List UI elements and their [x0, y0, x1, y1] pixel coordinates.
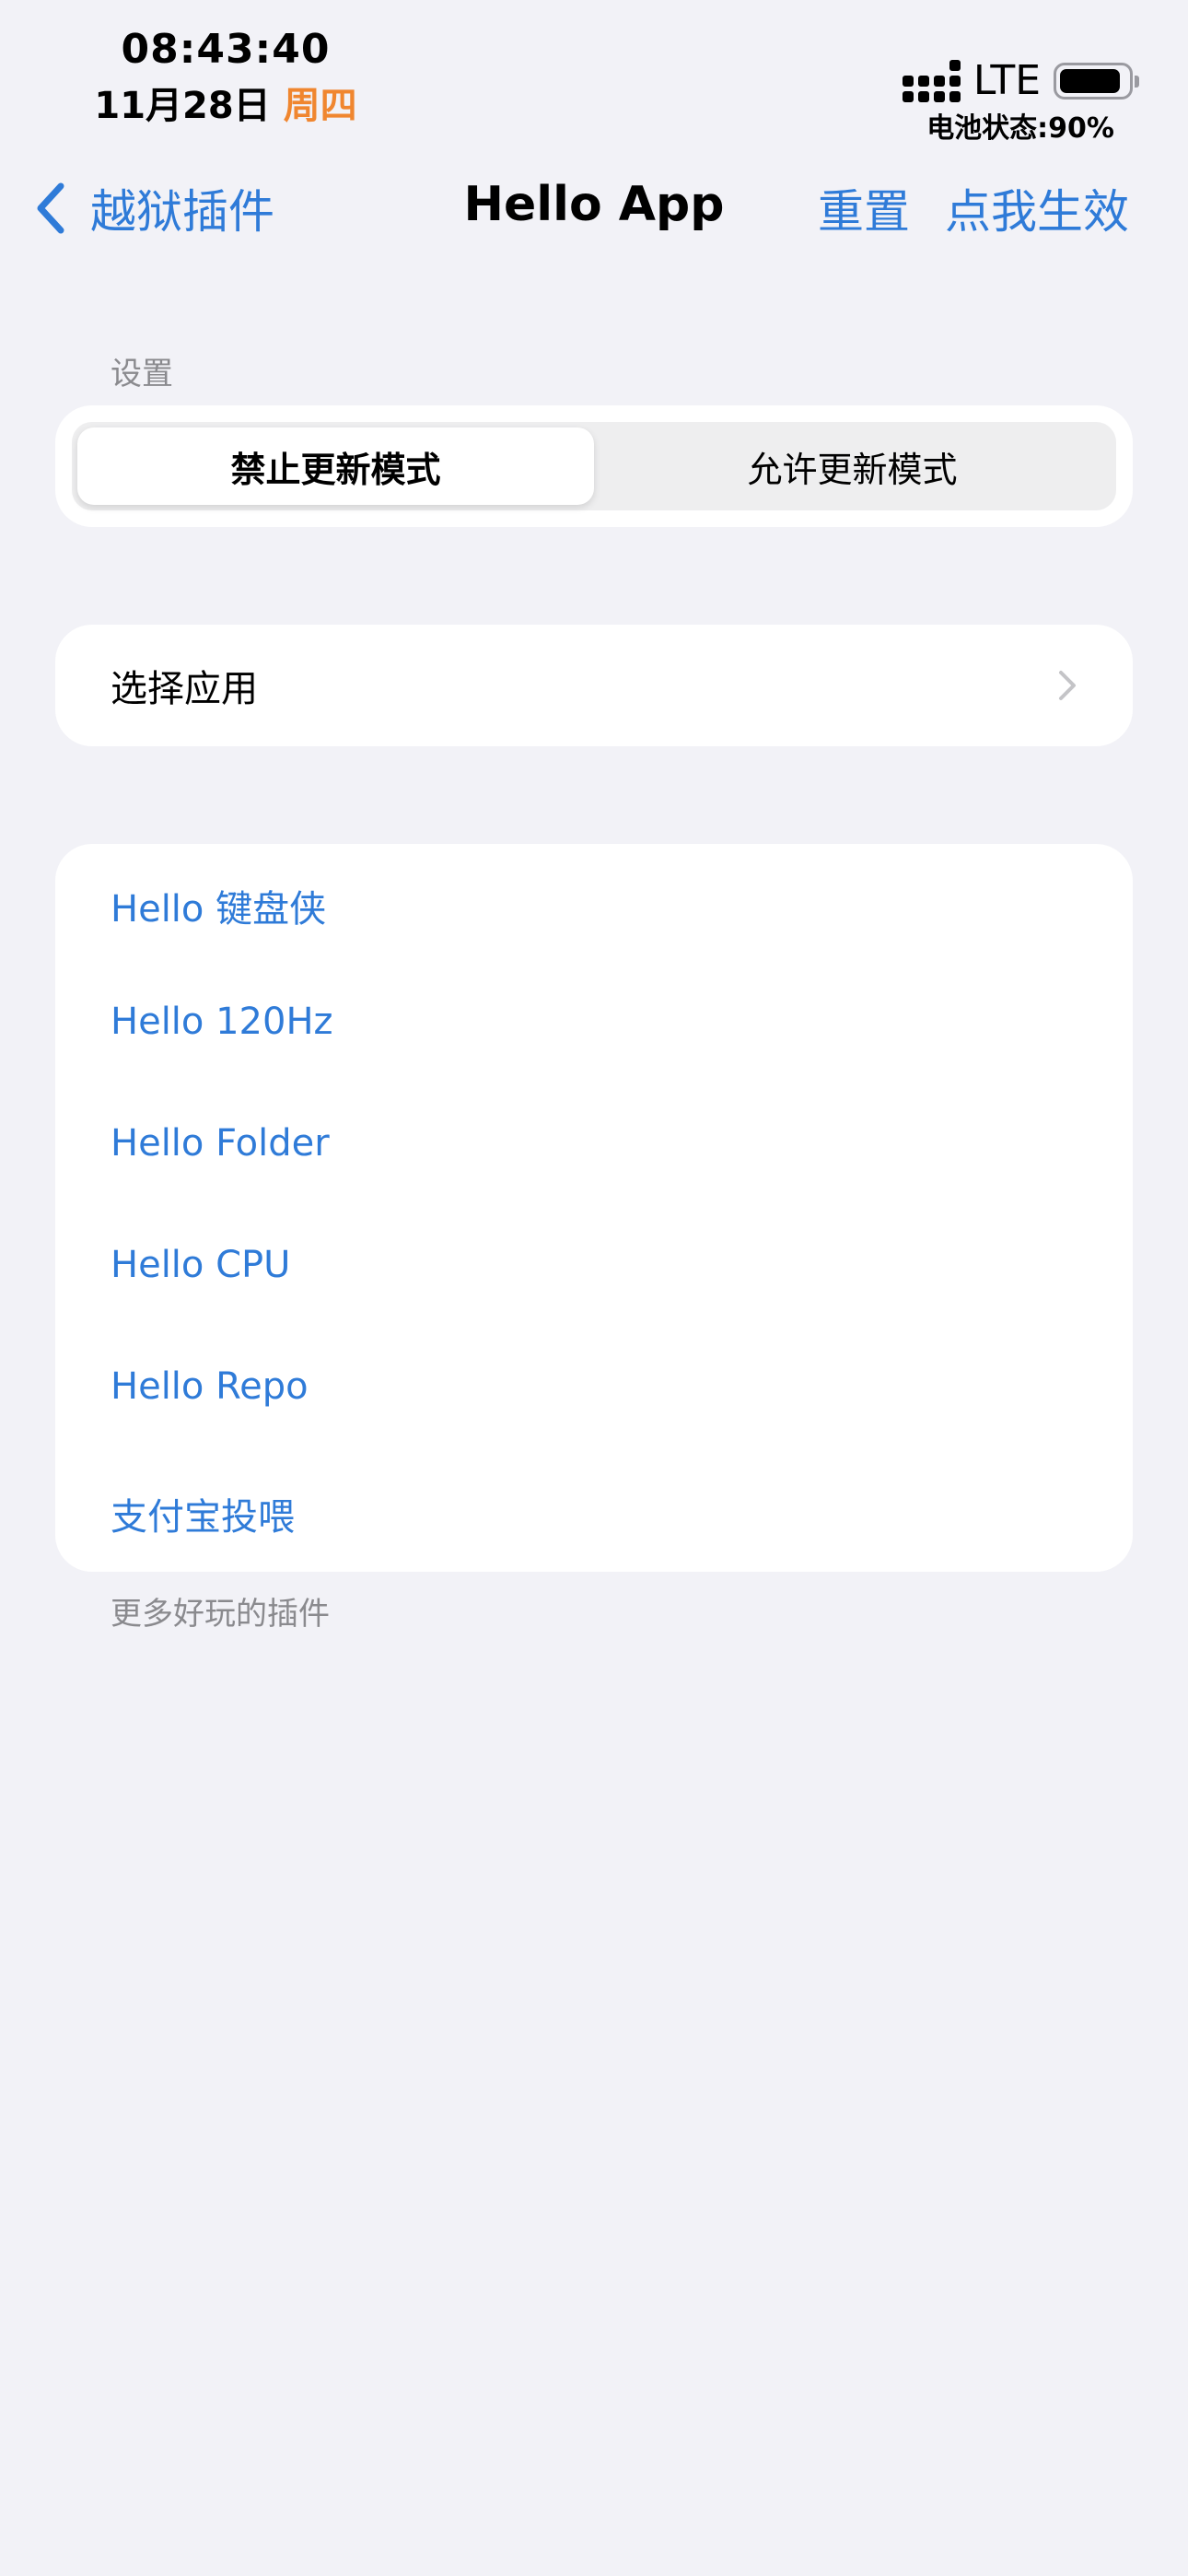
signal-icon [902, 59, 961, 102]
plugin-link-keyboard[interactable]: Hello 键盘侠 [111, 879, 326, 932]
plugin-link-folder[interactable]: Hello Folder [111, 1122, 330, 1165]
back-button[interactable]: 越狱插件 [33, 175, 274, 241]
battery-status-text: 电池状态:90% [926, 112, 1114, 145]
select-app-row[interactable]: 选择应用 [55, 625, 1133, 746]
status-indicators: LTE [902, 57, 1139, 104]
segment-disable-updates[interactable]: 禁止更新模式 [77, 427, 594, 505]
status-date-text: 11月28日 [94, 85, 271, 127]
back-button-label: 越狱插件 [90, 185, 274, 239]
plugins-footer: 更多好玩的插件 [111, 1596, 330, 1633]
settings-card: 禁止更新模式 允许更新模式 [55, 405, 1133, 527]
select-app-label: 选择应用 [111, 668, 258, 710]
plugin-link-cpu[interactable]: Hello CPU [111, 1244, 290, 1286]
apply-button[interactable]: 点我生效 [945, 175, 1129, 241]
segment-allow-updates[interactable]: 允许更新模式 [594, 427, 1111, 505]
chevron-left-icon [37, 182, 64, 234]
plugin-link-repo[interactable]: Hello Repo [111, 1365, 309, 1408]
screen: 08:43:40 11月28日 周四 LTE 电池状态:90% 越狱插件 Hel… [0, 0, 1188, 2576]
plugins-card: Hello 键盘侠 Hello 120Hz Hello Folder Hello… [55, 844, 1133, 1572]
plugin-link-alipay-donate[interactable]: 支付宝投喂 [111, 1487, 295, 1540]
battery-fill [1060, 68, 1120, 93]
network-label: LTE [973, 57, 1041, 104]
reset-button[interactable]: 重置 [818, 175, 910, 241]
plugin-link-120hz[interactable]: Hello 120Hz [111, 1001, 333, 1043]
status-time: 08:43:40 [121, 26, 331, 73]
chevron-right-icon [1059, 671, 1076, 700]
select-app-row-content: 选择应用 [111, 625, 1077, 746]
nav-actions: 重置 点我生效 [818, 175, 1129, 241]
settings-section-header: 设置 [111, 356, 173, 392]
status-weekday: 周四 [283, 85, 357, 127]
battery-icon [1054, 62, 1139, 100]
status-date: 11月28日 周四 [92, 76, 359, 129]
update-mode-segmented-control: 禁止更新模式 允许更新模式 [72, 422, 1116, 510]
